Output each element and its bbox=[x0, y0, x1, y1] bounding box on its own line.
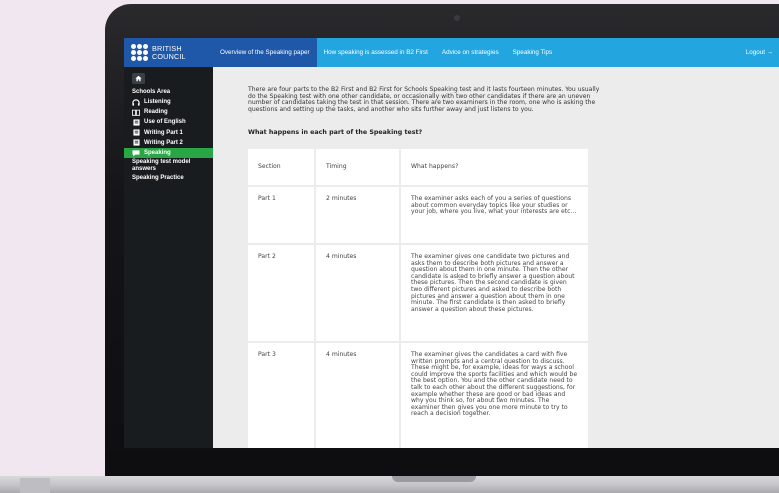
logout-link[interactable]: Logout → bbox=[746, 38, 773, 67]
sidebar: Schools Area Listening Reading Use of En… bbox=[124, 67, 213, 448]
nav-tabs: Overview of the Speaking paper How speak… bbox=[213, 38, 559, 67]
tab-strategies[interactable]: Advice on strategies bbox=[435, 38, 506, 67]
table-cell-timing: 2 minutes bbox=[316, 187, 399, 243]
sidebar-item-listening[interactable]: Listening bbox=[124, 97, 213, 107]
speech-bubble-icon bbox=[132, 149, 140, 157]
table-cell-section: Part 2 bbox=[248, 245, 314, 341]
sidebar-item-writing-part-1[interactable]: Writing Part 1 bbox=[124, 128, 213, 138]
sidebar-item-writing-part-2[interactable]: Writing Part 2 bbox=[124, 138, 213, 148]
home-button[interactable] bbox=[132, 73, 145, 84]
table-cell-description: The examiner asks each of you a series o… bbox=[401, 187, 588, 243]
table-cell-section: Part 1 bbox=[248, 187, 314, 243]
tab-assessment[interactable]: How speaking is assessed in B2 First bbox=[317, 38, 435, 67]
table-row: Part 3 4 minutes The examiner gives the … bbox=[248, 343, 590, 448]
webcam-icon bbox=[454, 15, 460, 21]
table-row: Part 2 4 minutes The examiner gives one … bbox=[248, 245, 590, 341]
document-icon bbox=[132, 129, 140, 136]
tab-speaking-tips[interactable]: Speaking Tips bbox=[506, 38, 560, 67]
british-council-logo[interactable]: BRITISH COUNCIL bbox=[124, 38, 213, 67]
document-icon bbox=[132, 119, 140, 126]
intro-paragraph: There are four parts to the B2 First and… bbox=[248, 86, 600, 113]
table-cell-timing: 4 minutes bbox=[316, 245, 399, 341]
table-cell-section: Part 3 bbox=[248, 343, 314, 448]
sidebar-item-label: Listening bbox=[144, 99, 171, 106]
table-header-cell: Section bbox=[248, 149, 314, 185]
sidebar-item-reading[interactable]: Reading bbox=[124, 107, 213, 117]
book-icon bbox=[132, 109, 140, 116]
sidebar-heading-schools-area[interactable]: Schools Area bbox=[124, 87, 213, 97]
table-header-cell: Timing bbox=[316, 149, 399, 185]
table-cell-description: The examiner gives the candidates a card… bbox=[401, 343, 588, 448]
sidebar-item-speaking-practice[interactable]: Speaking Practice bbox=[124, 174, 213, 183]
home-icon bbox=[135, 75, 142, 82]
sidebar-item-label: Reading bbox=[144, 109, 168, 116]
headphones-icon bbox=[132, 98, 140, 106]
main-content: There are four parts to the B2 First and… bbox=[213, 67, 779, 448]
section-heading: What happens in each part of the Speakin… bbox=[248, 129, 423, 136]
table-header-row: Section Timing What happens? bbox=[248, 149, 590, 185]
tab-overview[interactable]: Overview of the Speaking paper bbox=[213, 38, 317, 67]
sidebar-item-label: Writing Part 2 bbox=[144, 139, 183, 146]
laptop-base bbox=[0, 476, 779, 493]
sidebar-menu: Schools Area Listening Reading Use of En… bbox=[124, 87, 213, 183]
sidebar-item-label: Use of English bbox=[144, 119, 186, 126]
laptop-hinge bbox=[20, 478, 50, 493]
logo-text: BRITISH COUNCIL bbox=[152, 43, 186, 61]
speaking-test-table: Section Timing What happens? Part 1 2 mi… bbox=[248, 149, 590, 448]
document-icon bbox=[132, 139, 140, 146]
sidebar-item-model-answers[interactable]: Speaking test model answers bbox=[124, 158, 213, 174]
table-header-cell: What happens? bbox=[401, 149, 588, 185]
top-navigation-bar: BRITISH COUNCIL Overview of the Speaking… bbox=[124, 38, 779, 67]
screen: BRITISH COUNCIL Overview of the Speaking… bbox=[124, 38, 779, 448]
sidebar-item-use-of-english[interactable]: Use of English bbox=[124, 117, 213, 127]
laptop-notch bbox=[392, 476, 476, 482]
table-cell-timing: 4 minutes bbox=[316, 343, 399, 448]
table-cell-description: The examiner gives one candidate two pic… bbox=[401, 245, 588, 341]
sidebar-item-speaking[interactable]: Speaking bbox=[124, 147, 213, 159]
sidebar-item-label: Writing Part 1 bbox=[144, 129, 183, 136]
sidebar-item-label: Speaking bbox=[144, 150, 171, 157]
logo-dots-icon bbox=[131, 44, 148, 61]
table-row: Part 1 2 minutes The examiner asks each … bbox=[248, 187, 590, 243]
